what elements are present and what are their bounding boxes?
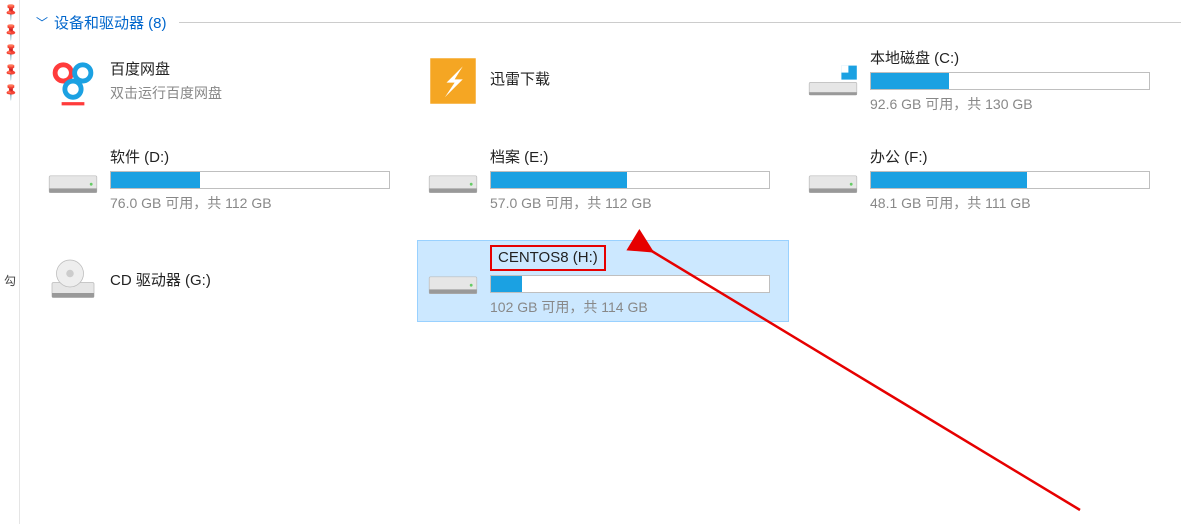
device-subtitle: 双击运行百度网盘 [110,83,404,103]
pin-icon: 📌 [1,64,19,82]
usage-bar-fill [111,172,200,188]
section-title: 设备和驱动器 (8) [54,12,167,33]
device-title: 软件 (D:) [110,146,404,167]
pin-icon: 📌 [1,4,19,22]
device-info: 本地磁盘 (C:) 92.6 GB 可用，共 130 GB [870,47,1164,114]
xunlei-icon [422,55,484,107]
usage-bar [110,171,390,189]
device-info: 软件 (D:) 76.0 GB 可用，共 112 GB [110,146,404,213]
hdd-icon [422,255,484,307]
usage-bar [870,72,1150,90]
baidu-icon [42,55,104,107]
device-1[interactable]: 迅雷下载 [418,43,788,118]
cd-icon [42,255,104,307]
device-title: 本地磁盘 (C:) [870,47,1164,68]
device-info: 百度网盘双击运行百度网盘 [110,58,404,103]
device-title: 百度网盘 [110,58,404,79]
device-title: 档案 (E:) [490,146,784,167]
gutter-char: 勾 [4,272,15,289]
hdd-icon [422,154,484,206]
device-title: CD 驱动器 (G:) [110,269,404,290]
pin-icon: 📌 [1,84,19,102]
usage-bar [870,171,1150,189]
usage-bar-fill [491,172,627,188]
usage-bar [490,171,770,189]
device-info: CENTOS8 (H:) 102 GB 可用，共 114 GB [490,245,784,317]
device-6[interactable]: CD 驱动器 (G:) [38,241,408,321]
chevron-down-icon: ﹀ [36,14,48,31]
divider [179,22,1181,23]
usage-bar [490,275,770,293]
device-4[interactable]: 档案 (E:) 57.0 GB 可用，共 112 GB [418,142,788,217]
section-header[interactable]: ﹀ 设备和驱动器 (8) [30,12,1181,33]
device-subtitle: 57.0 GB 可用，共 112 GB [490,193,784,213]
device-info: 办公 (F:) 48.1 GB 可用，共 111 GB [870,146,1164,213]
device-subtitle: 48.1 GB 可用，共 111 GB [870,193,1164,213]
pin-icon: 📌 [1,44,19,62]
device-subtitle: 92.6 GB 可用，共 130 GB [870,94,1164,114]
usage-bar-fill [491,276,522,292]
highlight-box: CENTOS8 (H:) [490,245,606,271]
device-title: 办公 (F:) [870,146,1164,167]
device-7[interactable]: CENTOS8 (H:) 102 GB 可用，共 114 GB [418,241,788,321]
hdd-icon [802,154,864,206]
pin-icon: 📌 [1,24,19,42]
usage-bar-fill [871,73,949,89]
device-0[interactable]: 百度网盘双击运行百度网盘 [38,43,408,118]
devices-grid: 百度网盘双击运行百度网盘 迅雷下载 本地磁盘 (C:) 92.6 GB 可用，共 … [30,43,1181,321]
hdd-icon [42,154,104,206]
device-subtitle: 102 GB 可用，共 114 GB [490,297,784,317]
device-info: CD 驱动器 (G:) [110,269,404,294]
device-subtitle: 76.0 GB 可用，共 112 GB [110,193,404,213]
device-info: 档案 (E:) 57.0 GB 可用，共 112 GB [490,146,784,213]
device-info: 迅雷下载 [490,68,784,93]
sys-icon [802,55,864,107]
side-gutter: 📌 📌 📌 📌 📌 勾 [0,0,20,524]
device-3[interactable]: 软件 (D:) 76.0 GB 可用，共 112 GB [38,142,408,217]
device-5[interactable]: 办公 (F:) 48.1 GB 可用，共 111 GB [798,142,1168,217]
device-title: CENTOS8 (H:) [490,245,784,271]
usage-bar-fill [871,172,1027,188]
device-title: 迅雷下载 [490,68,784,89]
device-2[interactable]: 本地磁盘 (C:) 92.6 GB 可用，共 130 GB [798,43,1168,118]
